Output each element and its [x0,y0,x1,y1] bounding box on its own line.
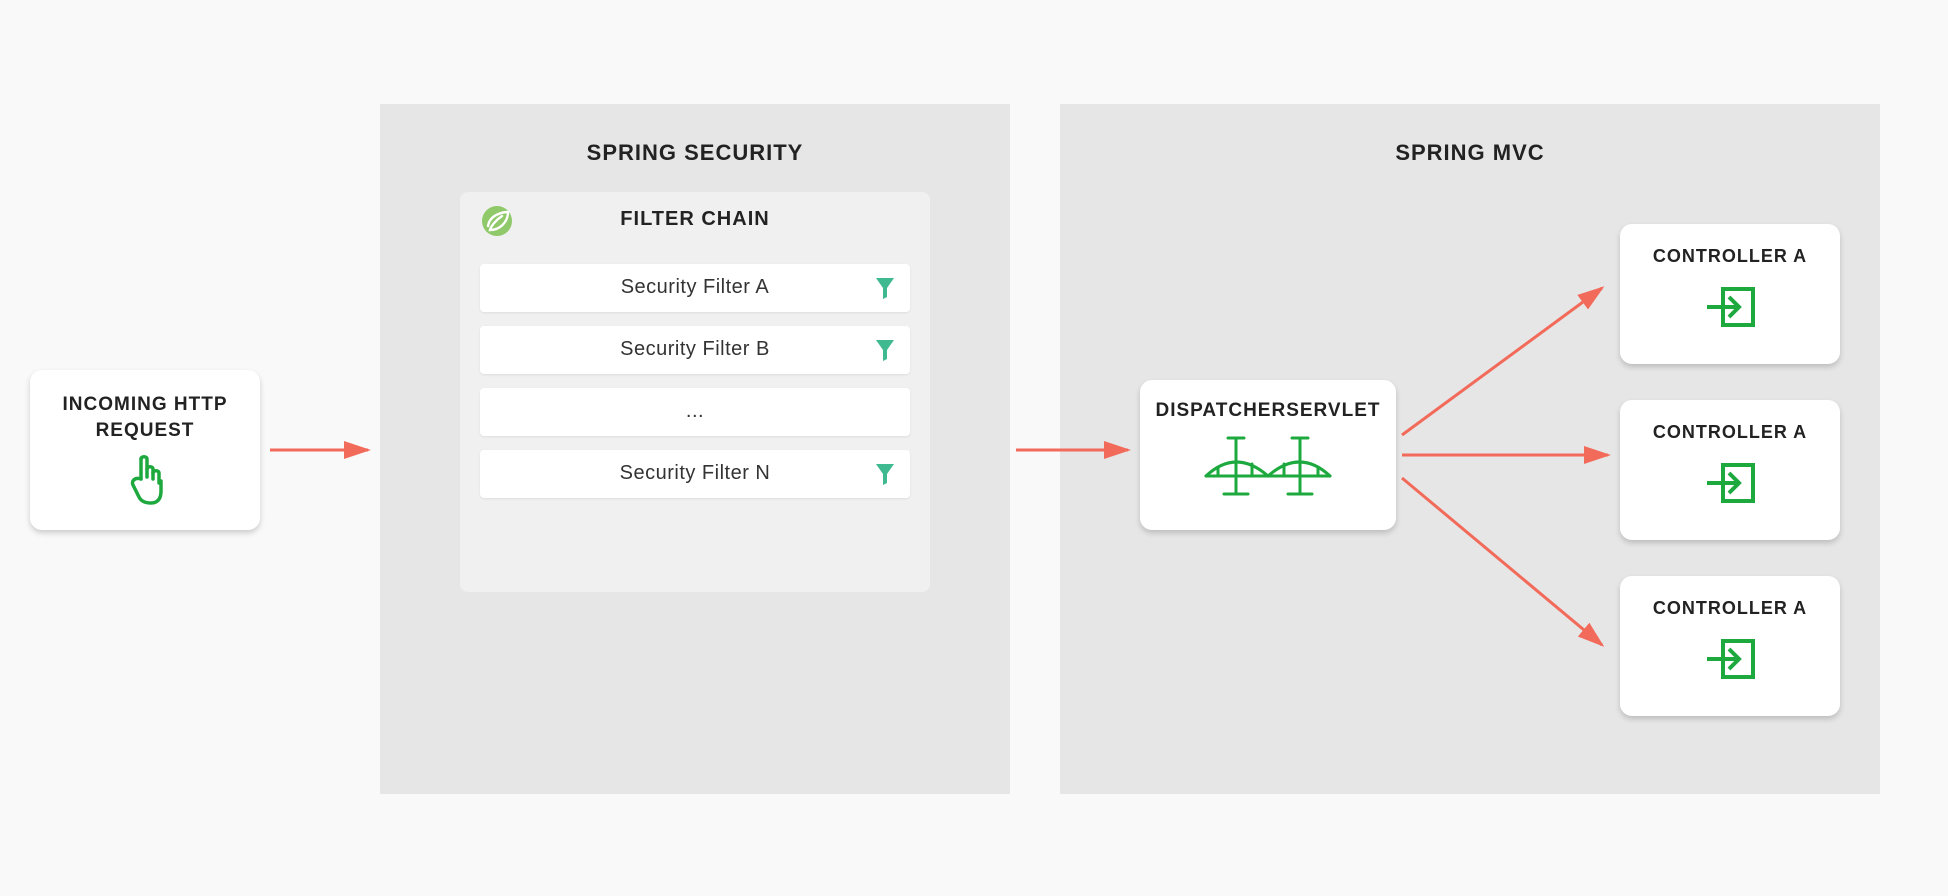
arrow-dispatcher-to-controller-1 [1398,280,1618,460]
filter-row: ... [480,388,910,436]
filter-chain-box: FILTER CHAIN Security Filter A Security F… [460,192,930,592]
spring-security-panel: SPRING SECURITY FILTER CHAIN Security Fi… [380,104,1010,794]
pointer-hand-icon [30,453,260,505]
incoming-request-card: INCOMING HTTP REQUEST [30,370,260,530]
spring-mvc-title: SPRING MVC [1060,140,1880,166]
incoming-line2: REQUEST [96,420,195,441]
filter-row: Security Filter A [480,264,910,312]
spring-security-title: SPRING SECURITY [380,140,1010,166]
incoming-line1: INCOMING HTTP [63,394,228,415]
enter-arrow-icon [1620,459,1840,507]
enter-arrow-icon [1620,283,1840,331]
controller-card: CONTROLLER A [1620,224,1840,364]
arrow-dispatcher-to-controller-3 [1398,470,1618,660]
dispatcher-servlet-title: DISPATCHERSERVLET [1140,400,1396,422]
funnel-icon [874,462,896,491]
filter-row: Security Filter B [480,326,910,374]
arrow-dispatcher-to-controller-2 [1398,445,1618,465]
filter-label: ... [480,400,910,423]
filter-row: Security Filter N [480,450,910,498]
filter-label: Security Filter N [480,462,910,485]
controller-title: CONTROLLER A [1620,422,1840,443]
enter-arrow-icon [1620,635,1840,683]
arrow-security-to-dispatcher [1014,440,1136,460]
controller-card: CONTROLLER A [1620,400,1840,540]
funnel-icon [874,276,896,305]
bridge-icon [1140,430,1396,500]
filter-chain-title: FILTER CHAIN [460,208,930,231]
filter-label: Security Filter B [480,338,910,361]
dispatcher-servlet-card: DISPATCHERSERVLET [1140,380,1396,530]
funnel-icon [874,338,896,367]
filter-label: Security Filter A [480,276,910,299]
controller-title: CONTROLLER A [1620,246,1840,267]
controller-card: CONTROLLER A [1620,576,1840,716]
arrow-incoming-to-security [268,440,376,460]
controller-title: CONTROLLER A [1620,598,1840,619]
